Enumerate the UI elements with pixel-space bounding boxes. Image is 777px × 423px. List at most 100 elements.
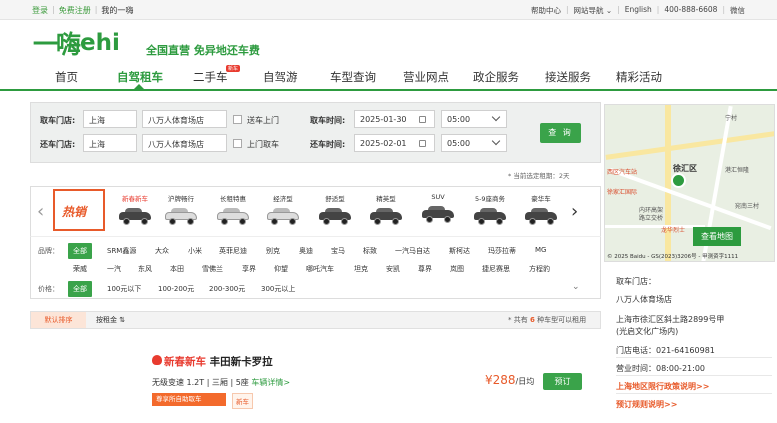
brand-option[interactable]: 斯柯达 <box>449 246 470 256</box>
count-suffix: 种车型可以租用 <box>537 316 587 324</box>
nav-model-search[interactable]: 车型查询 <box>330 69 376 85</box>
delivery-checkbox[interactable] <box>233 115 242 124</box>
brand-option[interactable]: 标致 <box>363 246 377 256</box>
category-label: 豪华车 <box>531 195 551 203</box>
wechat-link[interactable]: 微信 <box>730 5 745 16</box>
brand-option[interactable]: 享界 <box>242 264 256 274</box>
register-link[interactable]: 免费注册 <box>59 5 91 16</box>
price-option[interactable]: 全部 <box>68 281 92 297</box>
restriction-policy-link[interactable]: 上海地区限行政策说明>> <box>616 381 709 392</box>
brand-option[interactable]: 岚图 <box>450 264 464 274</box>
site-nav-label: 网站导航 <box>573 6 604 15</box>
brand-option[interactable]: 雪佛兰 <box>202 264 223 274</box>
ehi-logo[interactable]: 一嗨 ehi <box>33 28 120 59</box>
brand-option[interactable]: 本田 <box>170 264 184 274</box>
english-link[interactable]: English <box>625 5 652 16</box>
car-image <box>473 208 507 225</box>
divider <box>616 357 772 358</box>
nav-used-cars[interactable]: 二手车 <box>193 69 228 85</box>
pickup-store-input[interactable]: 八万人体育场店 <box>142 110 227 128</box>
store-title: 取车门店： <box>616 277 656 286</box>
category-hot[interactable]: 热销 <box>53 189 105 231</box>
brand-option[interactable]: 别克 <box>266 246 280 256</box>
car-detail-link[interactable]: 车辆详情> <box>251 378 290 387</box>
store-name: 八万人体育场店 <box>616 295 672 304</box>
store-address: 上海市徐汇区斜土路2899号甲 <box>616 315 725 324</box>
account-links: 登录 | 免费注册 | 我的一嗨 <box>32 5 133 16</box>
category-spring-new[interactable]: 新春新车 <box>110 193 160 225</box>
hot-label: 热销 <box>62 205 87 219</box>
category-comfort[interactable]: 舒适型 <box>310 193 360 225</box>
brand-option[interactable]: 玛莎拉蒂 <box>488 246 516 256</box>
category-economy[interactable]: 经济型 <box>258 193 308 225</box>
car-image <box>318 208 352 225</box>
price-option[interactable]: 100-200元 <box>158 284 194 294</box>
brand-option[interactable]: 大众 <box>155 246 169 256</box>
brand-option[interactable]: 英菲尼迪 <box>219 246 247 256</box>
category-luxury[interactable]: 豪华车 <box>516 193 566 225</box>
return-store-input[interactable]: 八万人体育场店 <box>142 134 227 152</box>
brand-option[interactable]: 全部 <box>68 243 92 259</box>
nav-home[interactable]: 首页 <box>55 69 78 85</box>
nav-branches[interactable]: 营业网点 <box>403 69 449 85</box>
brand-option[interactable]: 宝马 <box>331 246 345 256</box>
search-button[interactable]: 查 询 <box>540 123 581 143</box>
brand-option[interactable]: 哪吒汽车 <box>306 264 334 274</box>
car-name[interactable]: 丰田新卡罗拉 <box>210 356 273 368</box>
divider: | <box>52 5 55 14</box>
brand-option[interactable]: 坦克 <box>354 264 368 274</box>
nav-self-drive-rental[interactable]: 自驾租车 <box>117 69 163 85</box>
brand-option[interactable]: 仰望 <box>274 264 288 274</box>
car-title: 新春新车 丰田新卡罗拉 <box>152 354 273 369</box>
nav-corporate[interactable]: 政企服务 <box>473 69 519 85</box>
nav-activities[interactable]: 精彩活动 <box>616 69 662 85</box>
map-background <box>605 105 774 261</box>
category-shanghai-plate[interactable]: 沪牌畅行 <box>156 193 206 225</box>
chevron-left-icon[interactable]: ‹ <box>37 201 44 222</box>
brand-option[interactable]: 尊界 <box>418 264 432 274</box>
price-filter-label: 价格： <box>38 285 59 293</box>
map-road <box>665 105 671 261</box>
view-map-button[interactable]: 查看地图 <box>693 227 741 246</box>
brand-option[interactable]: 奥迪 <box>299 246 313 256</box>
category-suv[interactable]: SUV <box>413 193 463 223</box>
daily-price: ¥288/日均 <box>485 373 534 387</box>
sort-default[interactable]: 默认排序 <box>31 312 86 328</box>
delivery-label: 送车上门 <box>247 116 279 125</box>
brand-option[interactable]: 一汽马自达 <box>395 246 430 256</box>
brand-option[interactable]: 荣威 <box>73 264 87 274</box>
collect-checkbox[interactable] <box>233 139 242 148</box>
nav-road-trip[interactable]: 自驾游 <box>263 69 298 85</box>
store-map[interactable]: 徐汇区 西区汽车站 港汇恒隆 徐家汇国际 内环高架 路立交桥 宛南三村 龙华烈士… <box>604 104 775 262</box>
category-elite[interactable]: 精英型 <box>361 193 411 225</box>
chevron-right-icon[interactable]: › <box>571 201 578 222</box>
brand-option[interactable]: 方程豹 <box>529 264 550 274</box>
sort-by-price[interactable]: 按租金 ⇅ <box>96 315 125 325</box>
pickup-city-input[interactable]: 上海 <box>83 110 137 128</box>
site-nav-link[interactable]: 网站导航 ⌄ <box>573 5 612 16</box>
help-link[interactable]: 帮助中心 <box>531 5 561 16</box>
return-city-input[interactable]: 上海 <box>83 134 137 152</box>
price-option[interactable]: 200-300元 <box>209 284 245 294</box>
map-copyright: © 2025 Baidu - GS(2023)3206号 - 甲测资字1111 <box>607 254 739 260</box>
category-long-term[interactable]: 长租特惠 <box>208 193 258 225</box>
expand-icon[interactable]: ⌄ <box>572 282 580 292</box>
brand-option[interactable]: MG <box>535 246 546 254</box>
brand-option[interactable]: 东风 <box>138 264 152 274</box>
brand-option[interactable]: SRM鑫源 <box>107 246 136 256</box>
brand-option[interactable]: 安凯 <box>386 264 400 274</box>
car-image <box>216 208 250 225</box>
calendar-icon <box>419 116 426 123</box>
login-link[interactable]: 登录 <box>32 5 48 16</box>
price-option[interactable]: 300元以上 <box>261 284 295 294</box>
brand-option[interactable]: 小米 <box>188 246 202 256</box>
brand-option[interactable]: 捷尼赛思 <box>482 264 510 274</box>
my-ehi-link[interactable]: 我的一嗨 <box>101 5 133 16</box>
category-business[interactable]: 5-9座商务 <box>465 193 515 225</box>
booking-rules-link[interactable]: 预订规则说明>> <box>616 399 677 410</box>
price-option[interactable]: 100元以下 <box>107 284 141 294</box>
brand-option[interactable]: 一汽 <box>107 264 121 274</box>
map-road <box>605 225 705 228</box>
nav-transfer[interactable]: 接送服务 <box>545 69 591 85</box>
book-button[interactable]: 预订 <box>543 373 582 390</box>
